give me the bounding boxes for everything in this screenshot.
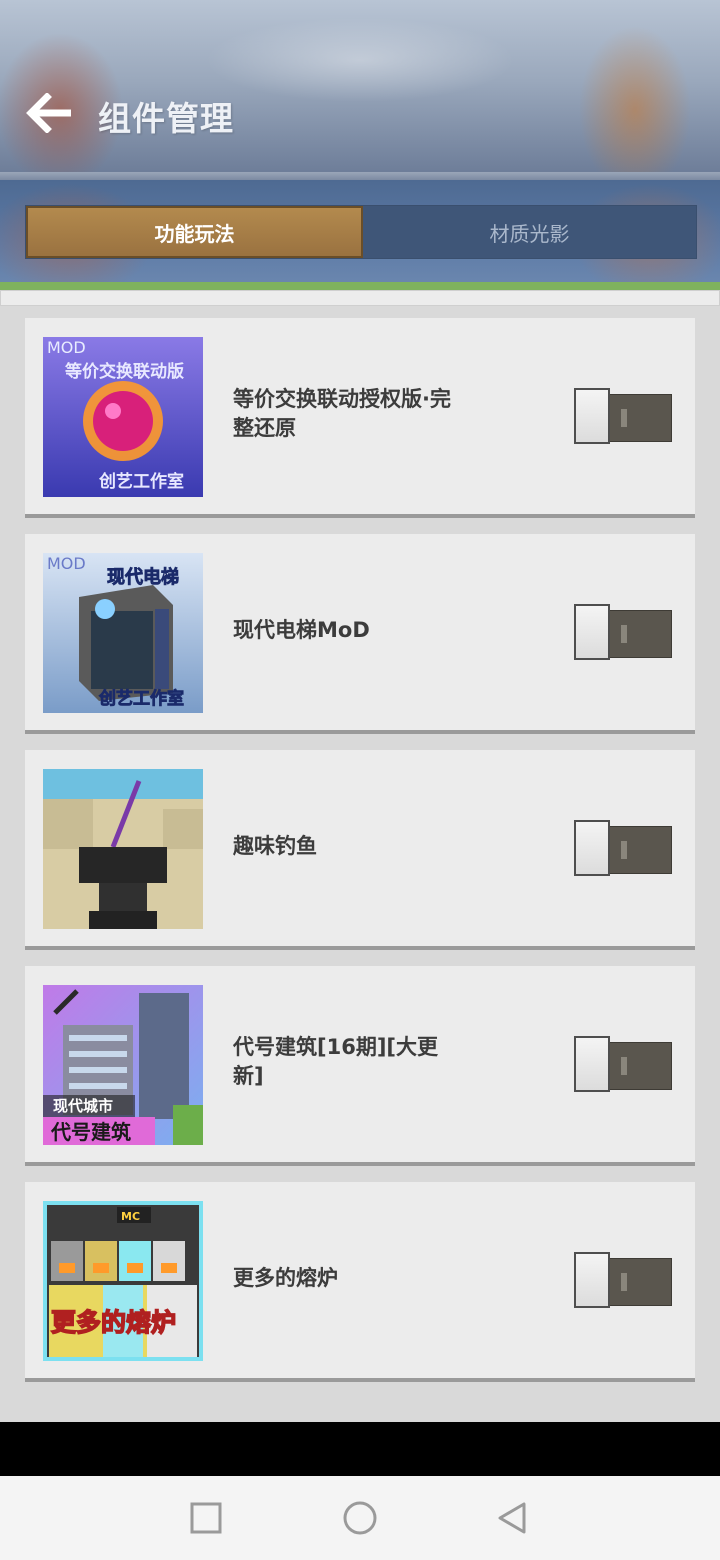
- item-title: 趣味钓鱼: [233, 833, 317, 858]
- toggle-knob: [574, 604, 610, 660]
- toggle-knob: [574, 1036, 610, 1092]
- svg-text:创艺工作室: 创艺工作室: [98, 688, 184, 709]
- toggle-track: [608, 826, 672, 874]
- toggle-track: [608, 1042, 672, 1090]
- toggle-track: [608, 610, 672, 658]
- item-title: 代号建筑[16期][大更新]: [233, 1035, 439, 1088]
- home-button[interactable]: [340, 1498, 380, 1538]
- svg-text:等价交换联动版: 等价交换联动版: [65, 361, 184, 382]
- item-thumbnail: [43, 769, 203, 929]
- svg-text:代号建筑: 代号建筑: [50, 1120, 131, 1144]
- circle-icon: [343, 1501, 377, 1535]
- item-title: 更多的熔炉: [233, 1265, 338, 1290]
- triangle-back-icon: [498, 1502, 526, 1534]
- toggle-knob: [574, 820, 610, 876]
- system-navigation-bar: [0, 1476, 720, 1560]
- item-title: 等价交换联动授权版·完整还原: [233, 387, 451, 440]
- list-item: 现代城市 代号建筑 代号建筑[16期][大更新]: [25, 966, 695, 1166]
- svg-text:现代电梯: 现代电梯: [107, 566, 179, 588]
- square-icon: [190, 1502, 222, 1534]
- toggle-knob: [574, 1252, 610, 1308]
- enable-toggle[interactable]: [574, 820, 672, 880]
- enable-toggle[interactable]: [574, 604, 672, 664]
- back-nav-button[interactable]: [492, 1498, 532, 1538]
- list-item: MOD 等价交换联动版 创艺工作室 等价交换联动授权版·完整还原: [25, 318, 695, 518]
- item-thumbnail: 现代城市 代号建筑: [43, 985, 203, 1145]
- item-thumbnail: MOD 现代电梯 创艺工作室: [43, 553, 203, 713]
- accent-strip: [0, 282, 720, 290]
- tab-texture-shader[interactable]: 材质光影: [363, 206, 696, 258]
- svg-text:现代城市: 现代城市: [53, 1097, 113, 1115]
- page-title: 组件管理: [98, 99, 234, 138]
- svg-text:创艺工作室: 创艺工作室: [98, 471, 184, 492]
- arrow-left-icon: [26, 93, 71, 133]
- enable-toggle[interactable]: [574, 1252, 672, 1312]
- svg-text:MOD: MOD: [47, 554, 86, 573]
- header-divider: [0, 172, 720, 180]
- toggle-track: [608, 394, 672, 442]
- toggle-track: [608, 1258, 672, 1306]
- tab-gameplay[interactable]: 功能玩法: [26, 206, 363, 258]
- item-title: 现代电梯MoD: [233, 617, 370, 642]
- list-item: MC 更多的熔炉 更多的熔炉: [25, 1182, 695, 1382]
- recent-apps-button[interactable]: [186, 1498, 226, 1538]
- list-item: MOD 现代电梯 创艺工作室 现代电梯MoD: [25, 534, 695, 734]
- divider-track: [0, 290, 720, 306]
- tab-bar: 功能玩法 材质光影: [25, 205, 697, 259]
- toggle-knob: [574, 388, 610, 444]
- enable-toggle[interactable]: [574, 1036, 672, 1096]
- header-banner: [0, 0, 720, 180]
- component-list: MOD 等价交换联动版 创艺工作室 等价交换联动授权版·完整还原 MOD 现代电…: [25, 318, 695, 1398]
- svg-text:MC: MC: [121, 1210, 140, 1223]
- enable-toggle[interactable]: [574, 388, 672, 448]
- item-thumbnail: MC 更多的熔炉: [43, 1201, 203, 1361]
- system-spacer: [0, 1422, 720, 1476]
- svg-text:MOD: MOD: [47, 338, 86, 357]
- back-button[interactable]: [22, 88, 78, 138]
- item-thumbnail: MOD 等价交换联动版 创艺工作室: [43, 337, 203, 497]
- svg-text:更多的熔炉: 更多的熔炉: [51, 1308, 176, 1337]
- list-item: 趣味钓鱼: [25, 750, 695, 950]
